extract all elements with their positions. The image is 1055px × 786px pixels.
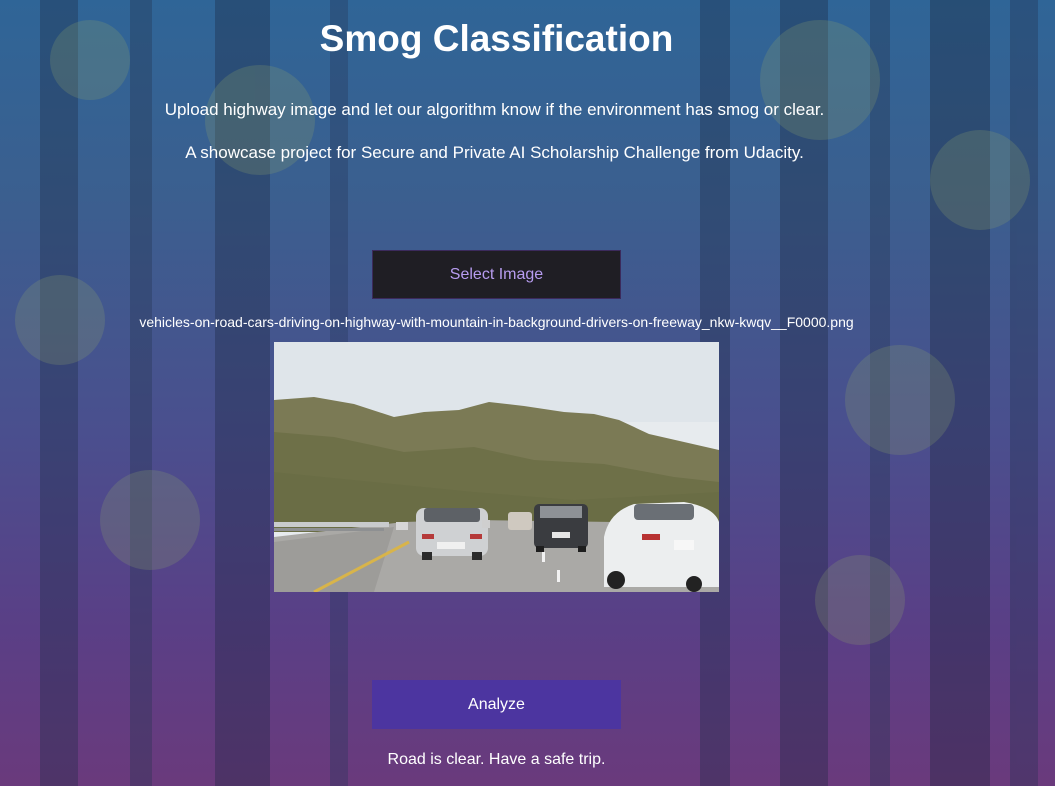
selected-filename: vehicles-on-road-cars-driving-on-highway… <box>139 314 854 330</box>
uploaded-image-preview <box>274 342 719 592</box>
page-title: Smog Classification <box>319 18 674 59</box>
subtitle-description: Upload highway image and let our algorit… <box>164 100 825 119</box>
analyze-button[interactable]: Analyze <box>372 680 621 729</box>
main-content: Smog Classification Upload highway image… <box>0 0 1055 786</box>
analysis-result: Road is clear. Have a safe trip. <box>387 751 606 768</box>
subtitle-showcase: A showcase project for Secure and Privat… <box>185 143 804 162</box>
select-image-button[interactable]: Select Image <box>372 250 621 299</box>
